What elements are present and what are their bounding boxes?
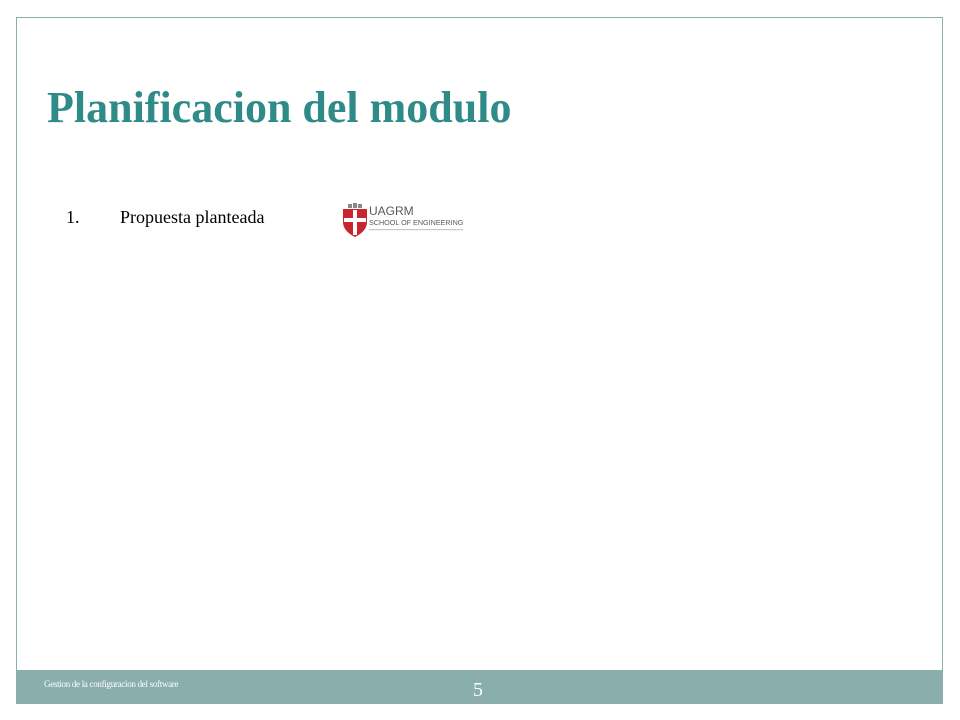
footer-text: Gestion de la configuracion del software bbox=[44, 679, 179, 689]
slide-title: Planificacion del modulo bbox=[47, 83, 512, 132]
numbered-list: 1. Propuesta planteada bbox=[66, 204, 264, 230]
list-item: 1. Propuesta planteada bbox=[66, 204, 264, 230]
logo-tagline-rule bbox=[369, 229, 463, 231]
page-number: 5 bbox=[473, 679, 483, 701]
logo-line-1: UAGRM bbox=[369, 204, 414, 218]
shield-icon bbox=[343, 203, 367, 237]
list-item-text: Propuesta planteada bbox=[120, 207, 265, 227]
uagrm-logo: UAGRM SCHOOL OF ENGINEERING bbox=[343, 203, 464, 237]
logo-line-2: SCHOOL OF ENGINEERING bbox=[369, 218, 464, 227]
list-item-number: 1. bbox=[66, 207, 80, 227]
slide: Planificacion del modulo 1. Propuesta pl… bbox=[0, 0, 960, 720]
